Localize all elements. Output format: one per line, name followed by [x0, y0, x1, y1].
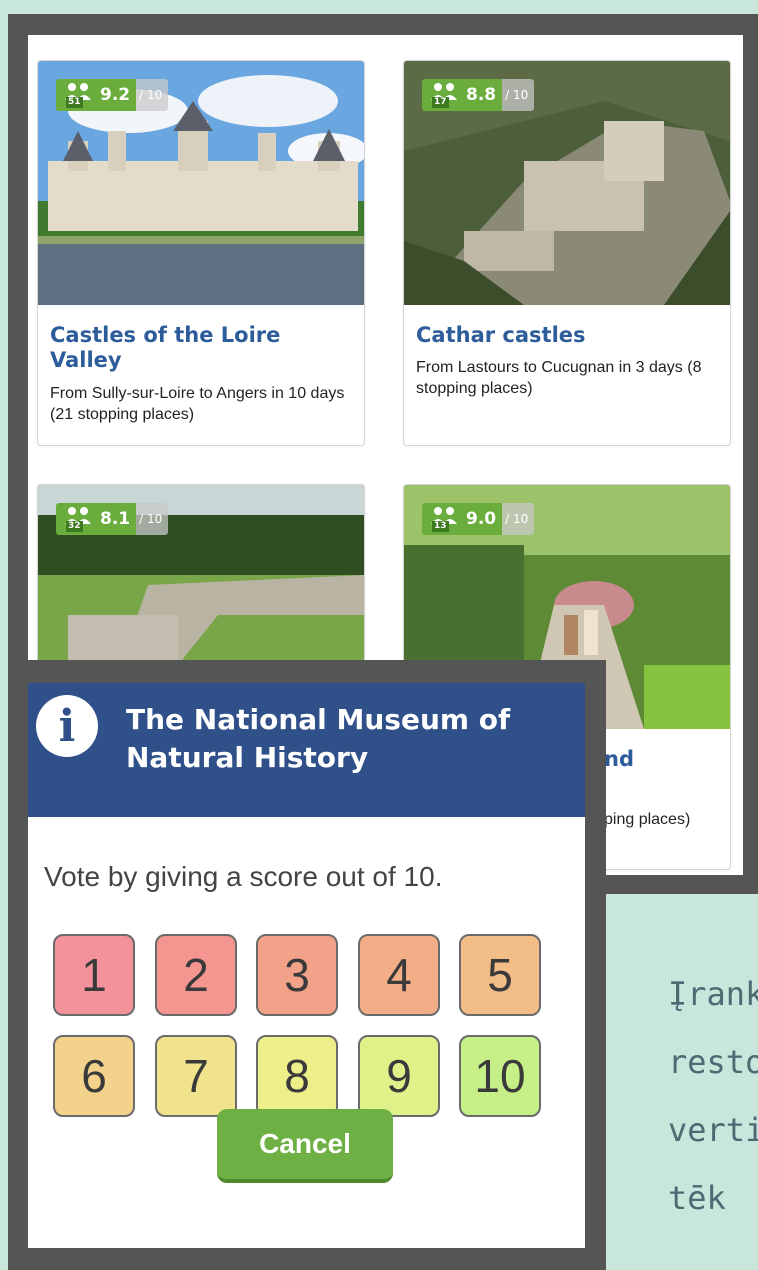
score-max: / 10: [136, 79, 169, 111]
background-text-line: Įrank: [668, 975, 758, 1013]
rating-badge: 17 8.8 / 10: [422, 79, 535, 111]
background-text: Įrank resto vertir tēk: [668, 960, 758, 1232]
score-button-3[interactable]: 3: [256, 934, 338, 1016]
rating-badge: 51 9.2 / 10: [56, 79, 169, 111]
cancel-button[interactable]: Cancel: [217, 1109, 393, 1183]
dialog-title: The National Museum of Natural History: [126, 703, 511, 774]
score-max: / 10: [502, 503, 535, 535]
tour-card-cathar[interactable]: 17 8.8 / 10 Cathar castles From Lastours…: [403, 60, 731, 446]
card-description: From Lastours to Cucugnan in 3 days (8 s…: [416, 359, 702, 397]
score-button-8[interactable]: 8: [256, 1035, 338, 1117]
score-value: 9.2: [100, 85, 131, 105]
vote-dialog: i The National Museum of Natural History…: [28, 683, 585, 1248]
score-button-10[interactable]: 10: [459, 1035, 541, 1117]
score-button-2[interactable]: 2: [155, 934, 237, 1016]
card-title[interactable]: Cathar castles: [416, 323, 718, 348]
voters-icon: 17: [430, 82, 458, 108]
info-icon: i: [36, 695, 98, 757]
score-button-1[interactable]: 1: [53, 934, 135, 1016]
rating-badge: 32 8.1 / 10: [56, 503, 169, 535]
card-title[interactable]: Castles of the Loire Valley: [50, 323, 352, 373]
score-button-9[interactable]: 9: [358, 1035, 440, 1117]
dialog-header: i The National Museum of Natural History: [28, 683, 585, 817]
voters-icon: 32: [64, 506, 92, 532]
voter-count: 32: [66, 521, 83, 532]
score-button-5[interactable]: 5: [459, 934, 541, 1016]
voter-count: 13: [432, 521, 449, 532]
card-description: ping places): [604, 811, 691, 828]
vote-instructions: Vote by giving a score out of 10.: [44, 861, 443, 892]
card-description: From Sully-sur-Loire to Angers in 10 day…: [50, 385, 345, 423]
tour-card-loire[interactable]: 51 9.2 / 10 Castles of the Loire Valley …: [37, 60, 365, 446]
background-text-line: vertir: [668, 1111, 758, 1149]
score-value: 8.8: [466, 85, 497, 105]
score-max: / 10: [502, 79, 535, 111]
score-button-4[interactable]: 4: [358, 934, 440, 1016]
voter-count: 51: [66, 97, 83, 108]
card-title[interactable]: nd: [604, 747, 718, 772]
voters-icon: 13: [430, 506, 458, 532]
score-value: 8.1: [100, 509, 131, 529]
score-max: / 10: [136, 503, 169, 535]
score-value: 9.0: [466, 509, 497, 529]
score-button-7[interactable]: 7: [155, 1035, 237, 1117]
background-text-line: resto: [668, 1043, 758, 1081]
background-text-line: tēk: [668, 1179, 726, 1217]
voter-count: 17: [432, 97, 449, 108]
score-button-6[interactable]: 6: [53, 1035, 135, 1117]
rating-badge: 13 9.0 / 10: [422, 503, 535, 535]
voters-icon: 51: [64, 82, 92, 108]
